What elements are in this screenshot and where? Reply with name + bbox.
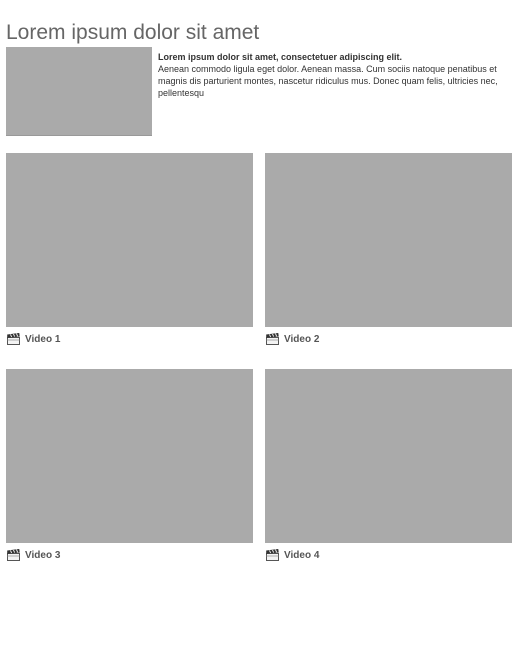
intro-lead: Lorem ipsum dolor sit amet, consectetuer… [158, 52, 403, 62]
video-link-4[interactable]: Video 4 [266, 547, 512, 563]
video-thumbnail-1[interactable] [6, 153, 253, 327]
video-thumbnail-4[interactable] [265, 369, 512, 543]
video-card-4: Video 4 [265, 369, 512, 563]
video-thumbnail-3[interactable] [6, 369, 253, 543]
video-card-1: Video 1 [6, 153, 253, 347]
video-card-3: Video 3 [6, 369, 253, 563]
video-label-2: Video 2 [284, 333, 320, 345]
clapperboard-icon [7, 549, 20, 561]
clapperboard-icon [7, 333, 20, 345]
video-card-2: Video 2 [265, 153, 512, 347]
clapperboard-icon [266, 333, 279, 345]
video-link-2[interactable]: Video 2 [266, 331, 512, 347]
video-label-3: Video 3 [25, 549, 61, 561]
video-thumbnail-2[interactable] [265, 153, 512, 327]
intro-text: Lorem ipsum dolor sit amet, consectetuer… [158, 51, 508, 99]
video-label-4: Video 4 [284, 549, 320, 561]
clapperboard-icon [266, 549, 279, 561]
intro-image-placeholder [6, 47, 152, 136]
video-label-1: Video 1 [25, 333, 61, 345]
video-link-1[interactable]: Video 1 [7, 331, 253, 347]
page-title: Lorem ipsum dolor sit amet [6, 21, 260, 44]
video-link-3[interactable]: Video 3 [7, 547, 253, 563]
intro-body: Aenean commodo ligula eget dolor. Aenean… [158, 64, 498, 98]
